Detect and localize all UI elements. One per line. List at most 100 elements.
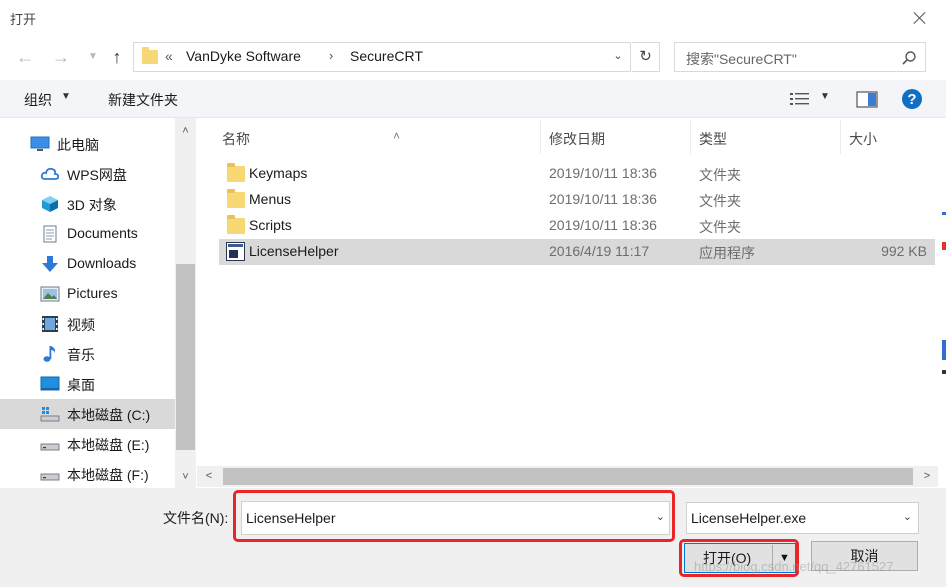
scrollbar-thumb[interactable] — [223, 468, 913, 485]
filetype-select[interactable]: LicenseHelper.exe ⌄ — [686, 502, 919, 534]
sidebar-scrollbar[interactable]: ˄ ˅ — [175, 118, 196, 488]
sidebar-item-label: 此电脑 — [57, 137, 99, 153]
sort-ascending-icon: ˄ — [393, 129, 401, 143]
sidebar-item-pictures[interactable]: Pictures — [0, 279, 175, 309]
breadcrumb-item[interactable]: SecureCRT — [350, 48, 423, 64]
column-header-label: 大小 — [849, 131, 877, 147]
sidebar-item-label: Pictures — [67, 285, 118, 301]
breadcrumb-separator[interactable]: › — [329, 48, 333, 63]
file-size: 992 KB — [881, 243, 927, 259]
refresh-icon[interactable]: ↻ — [632, 42, 660, 72]
column-header-name[interactable]: 名称 ˄ — [219, 120, 541, 154]
command-toolbar: 组织 ▼ 新建文件夹 ▼ ? — [0, 80, 946, 118]
sidebar-item-downloads[interactable]: Downloads — [0, 249, 175, 279]
file-row[interactable]: Scripts 2019/10/11 18:36 文件夹 — [219, 213, 935, 239]
folder-icon — [227, 215, 245, 234]
file-row[interactable]: Keymaps 2019/10/11 18:36 文件夹 — [219, 161, 935, 187]
breadcrumb-item[interactable]: VanDyke Software — [186, 48, 301, 64]
search-box[interactable]: 搜索"SecureCRT" — [674, 42, 926, 72]
preview-pane-icon[interactable] — [856, 91, 878, 108]
sidebar-item-videos[interactable]: 视频 — [0, 309, 175, 339]
folder-icon — [227, 189, 245, 208]
sidebar-item-label: Documents — [67, 225, 138, 241]
sidebar-item-desktop[interactable]: 桌面 — [0, 369, 175, 399]
address-dropdown-icon[interactable]: ⌄ — [606, 42, 630, 70]
window-title: 打开 — [10, 12, 37, 27]
new-folder-button[interactable]: 新建文件夹 — [108, 90, 178, 110]
sidebar-item-drive-f[interactable]: 本地磁盘 (F:) — [0, 459, 175, 489]
file-date: 2019/10/11 18:36 — [549, 217, 657, 233]
organize-button[interactable]: 组织 — [24, 90, 52, 110]
scroll-down-icon[interactable]: ˅ — [175, 466, 196, 488]
system-drive-icon — [40, 407, 60, 422]
help-icon[interactable]: ? — [901, 88, 923, 110]
file-date: 2019/10/11 18:36 — [549, 191, 657, 207]
scroll-up-icon[interactable]: ˄ — [175, 120, 196, 142]
background-window-edge — [942, 212, 946, 374]
sidebar-item-label: 视频 — [67, 317, 95, 333]
title-bar: 打开 — [0, 0, 946, 36]
sidebar-item-3d-objects[interactable]: 3D 对象 — [0, 189, 175, 219]
drive-icon — [40, 473, 60, 481]
breadcrumb-overflow[interactable]: « — [165, 48, 173, 64]
drive-icon — [40, 443, 60, 451]
sidebar-item-label: Downloads — [67, 255, 137, 271]
cloud-icon — [40, 167, 60, 180]
file-row-selected[interactable]: LicenseHelper 2016/4/19 11:17 应用程序 992 K… — [219, 239, 935, 265]
desktop-icon — [40, 376, 60, 391]
details-view-icon[interactable] — [789, 91, 811, 107]
file-name: Menus — [249, 191, 292, 207]
column-header-label: 类型 — [699, 131, 727, 147]
column-header-type[interactable]: 类型 — [691, 120, 841, 154]
scroll-left-icon[interactable]: ˂ — [199, 466, 219, 487]
navigation-pane: 此电脑 WPS网盘 3D 对象 Documents Downloads Pict… — [0, 118, 196, 488]
file-name: Scripts — [249, 217, 292, 233]
chevron-down-icon[interactable]: ⌄ — [903, 510, 912, 523]
arrow-left-icon[interactable]: ← — [14, 46, 36, 68]
file-list: 名称 ˄ 修改日期 类型 大小 Keymaps 2019/10/11 18:36… — [197, 118, 946, 488]
video-icon — [42, 316, 58, 332]
column-header-date[interactable]: 修改日期 — [541, 120, 691, 154]
file-date: 2019/10/11 18:36 — [549, 165, 657, 181]
document-icon — [43, 225, 57, 243]
scroll-right-icon[interactable]: ˃ — [917, 466, 937, 487]
arrow-right-icon[interactable]: → — [50, 46, 72, 68]
file-date: 2016/4/19 11:17 — [549, 243, 650, 259]
chevron-down-icon[interactable]: ▼ — [820, 91, 830, 102]
scrollbar-thumb[interactable] — [176, 264, 195, 450]
sidebar-item-this-pc[interactable]: 此电脑 — [0, 129, 175, 159]
file-row[interactable]: Menus 2019/10/11 18:36 文件夹 — [219, 187, 935, 213]
sidebar-item-label: 本地磁盘 (E:) — [67, 437, 150, 453]
cube-3d-icon — [42, 196, 58, 212]
file-type: 应用程序 — [699, 245, 755, 261]
file-name: Keymaps — [249, 165, 308, 181]
sidebar-item-label: WPS网盘 — [67, 167, 127, 183]
sidebar-item-label: 桌面 — [67, 377, 95, 393]
address-bar[interactable]: « VanDyke Software › SecureCRT — [133, 42, 631, 72]
file-name: LicenseHelper — [249, 243, 339, 259]
file-list-horizontal-scrollbar[interactable]: ˂ ˃ — [197, 466, 938, 487]
sidebar-item-documents[interactable]: Documents — [0, 219, 175, 249]
arrow-up-icon[interactable]: ↑ — [106, 46, 128, 68]
download-icon — [42, 256, 58, 272]
picture-icon — [40, 286, 60, 302]
highlight-box-filename — [233, 490, 675, 542]
column-header-size[interactable]: 大小 — [841, 120, 935, 154]
svg-text:?: ? — [907, 91, 916, 108]
sidebar-item-music[interactable]: 音乐 — [0, 339, 175, 369]
sidebar-item-drive-e[interactable]: 本地磁盘 (E:) — [0, 429, 175, 459]
column-header-label: 名称 — [222, 131, 250, 147]
chevron-down-icon[interactable]: ▼ — [82, 46, 104, 68]
computer-icon — [30, 136, 50, 151]
chevron-down-icon[interactable]: ▼ — [61, 91, 71, 102]
close-icon[interactable] — [908, 7, 932, 29]
sidebar-item-drive-c[interactable]: 本地磁盘 (C:) — [0, 399, 175, 429]
filetype-value: LicenseHelper.exe — [691, 510, 807, 526]
search-icon[interactable] — [901, 50, 917, 66]
sidebar-item-wps-cloud[interactable]: WPS网盘 — [0, 159, 175, 189]
search-placeholder: 搜索"SecureCRT" — [686, 51, 797, 67]
folder-icon — [227, 163, 245, 182]
file-type: 文件夹 — [699, 219, 741, 235]
sidebar-item-label: 3D 对象 — [67, 197, 117, 213]
filename-label: 文件名(N): — [163, 510, 229, 526]
